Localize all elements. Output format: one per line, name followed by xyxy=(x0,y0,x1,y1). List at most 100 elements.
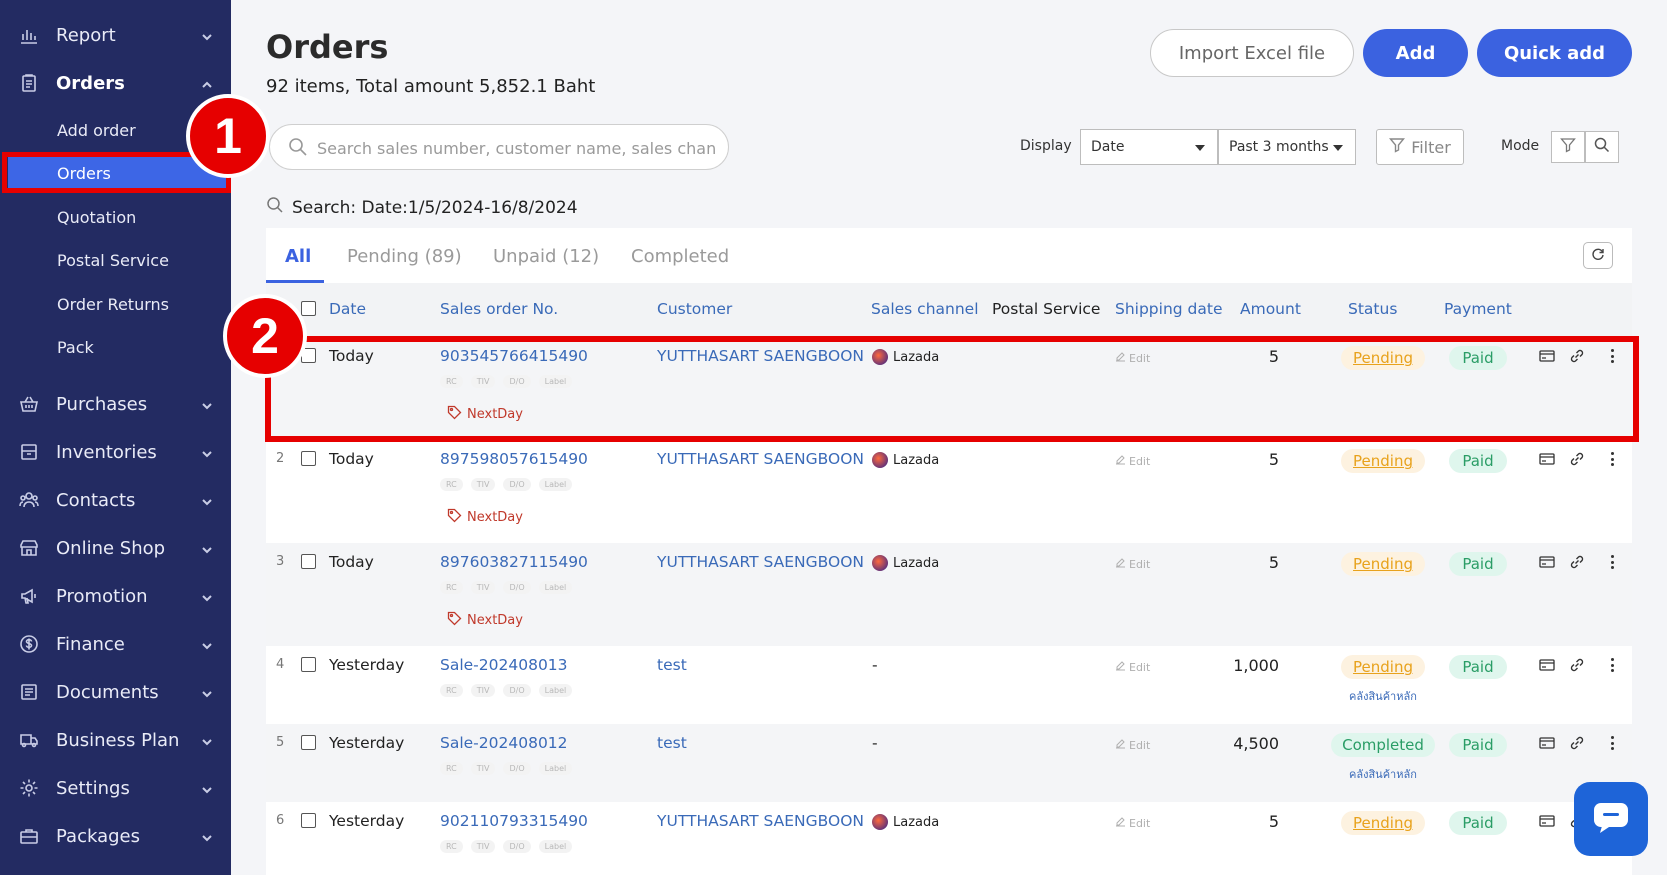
column-header-shipping-date[interactable]: Shipping date xyxy=(1115,300,1223,318)
sidebar-item-orders[interactable]: Orders xyxy=(0,63,231,103)
more-options-icon[interactable] xyxy=(1607,656,1617,674)
edit-shipping-date[interactable]: Edit xyxy=(1115,454,1150,468)
import-excel-button[interactable]: Import Excel file xyxy=(1150,29,1354,77)
card-icon[interactable] xyxy=(1538,450,1556,468)
doc-tag-tiv[interactable]: TIV xyxy=(470,478,496,491)
refresh-button[interactable] xyxy=(1583,242,1613,269)
row-checkbox[interactable] xyxy=(301,554,316,569)
table-row[interactable]: 3 Today 897603827115490 RC TIV D/O Label… xyxy=(266,543,1632,646)
column-header-customer[interactable]: Customer xyxy=(657,300,732,318)
search-input[interactable] xyxy=(317,135,717,161)
order-number-link[interactable]: 897598057615490 xyxy=(440,450,588,468)
sidebar-item-settings[interactable]: Settings xyxy=(0,768,231,808)
status-badge[interactable]: Pending xyxy=(1341,552,1425,576)
doc-tag-tiv[interactable]: TIV xyxy=(470,762,496,775)
tab-unpaid[interactable]: Unpaid (12) xyxy=(493,246,599,267)
more-options-icon[interactable] xyxy=(1607,553,1617,571)
status-badge[interactable]: Pending xyxy=(1341,811,1425,835)
doc-tag-label[interactable]: Label xyxy=(538,840,573,853)
status-badge[interactable]: Pending xyxy=(1341,655,1425,679)
doc-tag-do[interactable]: D/O xyxy=(503,762,531,775)
card-icon[interactable] xyxy=(1538,734,1556,752)
doc-tag-label[interactable]: Label xyxy=(538,684,573,697)
edit-shipping-date[interactable]: Edit xyxy=(1115,816,1150,830)
sidebar-subitem-order-returns[interactable]: Order Returns xyxy=(0,284,231,324)
doc-tag-rc[interactable]: RC xyxy=(440,840,463,853)
doc-tag-do[interactable]: D/O xyxy=(503,478,531,491)
tab-completed[interactable]: Completed xyxy=(631,246,729,267)
order-number-link[interactable]: Sale-202408012 xyxy=(440,734,568,752)
table-row[interactable]: 2 Today 897598057615490 RC TIV D/O Label… xyxy=(266,440,1632,543)
customer-link[interactable]: YUTTHASART SAENGBOON xyxy=(657,450,864,468)
doc-tag-tiv[interactable]: TIV xyxy=(470,581,496,594)
chat-button[interactable] xyxy=(1574,782,1648,856)
sidebar-item-inventories[interactable]: Inventories xyxy=(0,432,231,472)
warehouse-link[interactable]: คลังสินค้าหลัก xyxy=(1349,687,1417,705)
doc-tag-label[interactable]: Label xyxy=(538,762,573,775)
table-row[interactable]: 4 Yesterday Sale-202408013 RC TIV D/O La… xyxy=(266,646,1632,724)
more-options-icon[interactable] xyxy=(1607,734,1617,752)
doc-tag-do[interactable]: D/O xyxy=(503,684,531,697)
link-icon[interactable] xyxy=(1568,553,1586,571)
column-header-date[interactable]: Date xyxy=(329,300,366,318)
add-button[interactable]: Add xyxy=(1363,29,1468,77)
status-badge[interactable]: Completed xyxy=(1331,733,1435,757)
tab-all[interactable]: All xyxy=(285,246,311,267)
column-header-payment[interactable]: Payment xyxy=(1444,300,1512,318)
link-icon[interactable] xyxy=(1568,734,1586,752)
quick-add-button[interactable]: Quick add xyxy=(1477,29,1632,77)
doc-tag-do[interactable]: D/O xyxy=(503,581,531,594)
status-badge[interactable]: Pending xyxy=(1341,449,1425,473)
link-icon[interactable] xyxy=(1568,656,1586,674)
doc-tag-label[interactable]: Label xyxy=(538,478,573,491)
sidebar-subitem-pack[interactable]: Pack xyxy=(0,327,231,367)
doc-tag-rc[interactable]: RC xyxy=(440,478,463,491)
column-header-amount[interactable]: Amount xyxy=(1240,300,1301,318)
customer-link[interactable]: YUTTHASART SAENGBOON xyxy=(657,553,864,571)
column-header-sales-channel[interactable]: Sales channel xyxy=(871,300,979,318)
sidebar-item-purchases[interactable]: Purchases xyxy=(0,384,231,424)
link-icon[interactable] xyxy=(1568,450,1586,468)
column-header-sales-order-no[interactable]: Sales order No. xyxy=(440,300,558,318)
edit-shipping-date[interactable]: Edit xyxy=(1115,660,1150,674)
sidebar-subitem-postal-service[interactable]: Postal Service xyxy=(0,240,231,280)
customer-link[interactable]: test xyxy=(657,734,687,752)
mode-search-button[interactable] xyxy=(1585,131,1619,163)
sidebar-item-finance[interactable]: Finance xyxy=(0,624,231,664)
order-number-link[interactable]: 897603827115490 xyxy=(440,553,588,571)
sidebar-item-contacts[interactable]: Contacts xyxy=(0,480,231,520)
sidebar-item-report[interactable]: Report xyxy=(0,15,231,55)
doc-tag-rc[interactable]: RC xyxy=(440,581,463,594)
doc-tag-tiv[interactable]: TIV xyxy=(470,684,496,697)
order-number-link[interactable]: 902110793315490 xyxy=(440,812,588,830)
card-icon[interactable] xyxy=(1538,812,1556,830)
doc-tag-tiv[interactable]: TIV xyxy=(470,840,496,853)
doc-tag-label[interactable]: Label xyxy=(538,581,573,594)
table-row[interactable]: 5 Yesterday Sale-202408012 RC TIV D/O La… xyxy=(266,724,1632,802)
edit-shipping-date[interactable]: Edit xyxy=(1115,738,1150,752)
sidebar-item-documents[interactable]: Documents xyxy=(0,672,231,712)
row-checkbox[interactable] xyxy=(301,657,316,672)
filter-button[interactable]: Filter xyxy=(1376,129,1464,165)
edit-shipping-date[interactable]: Edit xyxy=(1115,557,1150,571)
sidebar-item-business-plan[interactable]: Business Plan xyxy=(0,720,231,760)
sidebar-subitem-quotation[interactable]: Quotation xyxy=(0,197,231,237)
row-checkbox[interactable] xyxy=(301,735,316,750)
doc-tag-do[interactable]: D/O xyxy=(503,840,531,853)
tab-pending[interactable]: Pending (89) xyxy=(347,246,462,267)
customer-link[interactable]: test xyxy=(657,656,687,674)
sidebar-item-packages[interactable]: Packages xyxy=(0,816,231,856)
display-select[interactable]: Date xyxy=(1080,129,1218,165)
customer-link[interactable]: YUTTHASART SAENGBOON xyxy=(657,812,864,830)
doc-tag-rc[interactable]: RC xyxy=(440,762,463,775)
warehouse-link[interactable]: คลังสินค้าหลัก xyxy=(1349,765,1417,783)
mode-filter-button[interactable] xyxy=(1551,131,1585,163)
order-number-link[interactable]: Sale-202408013 xyxy=(440,656,568,674)
select-all-checkbox[interactable] xyxy=(301,301,316,316)
sidebar-item-promotion[interactable]: Promotion xyxy=(0,576,231,616)
column-header-status[interactable]: Status xyxy=(1348,300,1397,318)
row-checkbox[interactable] xyxy=(301,813,316,828)
card-icon[interactable] xyxy=(1538,656,1556,674)
more-options-icon[interactable] xyxy=(1607,450,1617,468)
card-icon[interactable] xyxy=(1538,553,1556,571)
